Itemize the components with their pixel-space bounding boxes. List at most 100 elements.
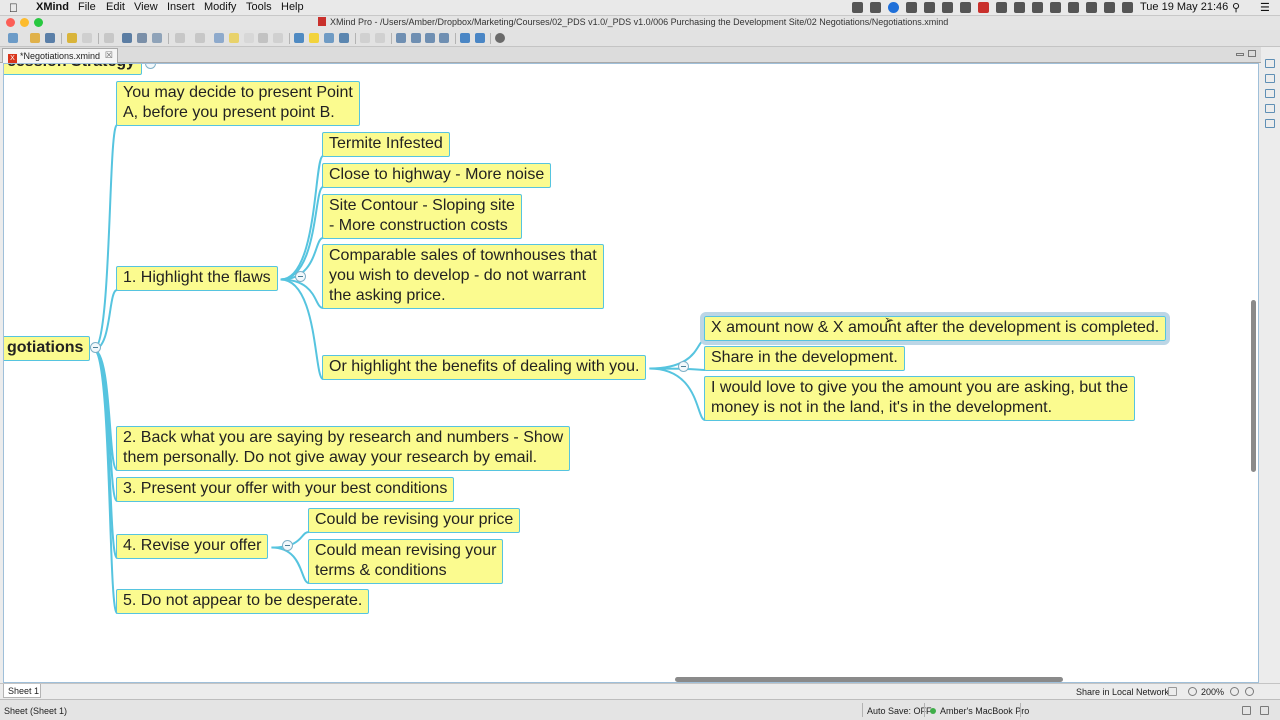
overview-icon[interactable] (1265, 89, 1275, 98)
topic-site-contour[interactable]: Site Contour - Sloping site - More const… (322, 194, 522, 239)
topic-close-to-highway[interactable]: Close to highway - More noise (322, 163, 552, 188)
summary-icon[interactable] (244, 33, 254, 43)
info-icon[interactable] (960, 2, 971, 13)
find-icon[interactable] (439, 33, 449, 43)
maximize-editor-icon[interactable] (1248, 50, 1256, 57)
zoom-in-icon[interactable] (1230, 687, 1239, 696)
topic-negotiations[interactable]: gotiations (4, 336, 91, 361)
tab-close-icon[interactable]: ☒ (105, 50, 113, 61)
spotlight-search-icon[interactable]: ⚲ (1232, 1, 1240, 14)
menu-insert[interactable]: Insert (167, 1, 195, 13)
topic-revising-price[interactable]: Could be revising your price (308, 508, 521, 533)
boundary-icon[interactable] (229, 33, 239, 43)
insert-topic-icon[interactable] (175, 33, 185, 43)
copy-icon[interactable] (122, 33, 132, 43)
note-icon[interactable] (324, 33, 334, 43)
properties-icon[interactable] (1265, 59, 1275, 68)
topic-revise-offer[interactable]: 4. Revise your offer (116, 534, 269, 559)
save-icon[interactable] (45, 33, 55, 43)
notes-icon[interactable] (1265, 119, 1275, 128)
share-icon[interactable] (460, 33, 470, 43)
bell-icon[interactable] (942, 2, 953, 13)
topic-highlight-flaws[interactable]: 1. Highlight the flaws (116, 266, 278, 291)
topic-present-point-a[interactable]: You may decide to present Point A, befor… (116, 81, 360, 126)
new-icon[interactable] (8, 33, 18, 43)
presentation-icon[interactable] (425, 33, 435, 43)
label-icon[interactable] (273, 33, 283, 43)
paste-icon[interactable] (137, 33, 147, 43)
idea-icon[interactable] (309, 33, 319, 43)
search-panel-icon[interactable] (1265, 104, 1275, 113)
open-icon[interactable] (30, 33, 40, 43)
menu-help[interactable]: Help (281, 1, 304, 13)
collapse-icon[interactable] (295, 271, 306, 282)
sheet-tab[interactable]: Sheet 1 (3, 684, 41, 698)
topic-concession-strategy[interactable]: cession Strategy (4, 64, 143, 75)
zoom-window-button[interactable] (34, 18, 43, 27)
time-machine-icon[interactable] (1068, 2, 1079, 13)
redo-icon[interactable] (82, 33, 92, 43)
autosave-toggle[interactable]: Auto Save: OFF (867, 706, 932, 716)
status-icon[interactable] (1242, 706, 1251, 715)
vertical-scrollbar[interactable] (1251, 300, 1256, 472)
undo-icon[interactable] (67, 33, 77, 43)
wifi-icon[interactable] (1086, 2, 1097, 13)
record-icon[interactable] (978, 2, 989, 13)
topic-back-with-research[interactable]: 2. Back what you are saying by research … (116, 426, 571, 471)
tab-negotiations[interactable]: X *Negotiations.xmind ☒ (2, 48, 118, 63)
topic-share-in-development[interactable]: Share in the development. (704, 346, 905, 371)
drill-up-icon[interactable] (375, 33, 385, 43)
dropbox-icon[interactable] (870, 2, 881, 13)
topic-present-offer[interactable]: 3. Present your offer with your best con… (116, 477, 455, 502)
attachment-icon[interactable] (339, 33, 349, 43)
collapse-icon[interactable] (90, 342, 101, 353)
network-status[interactable]: Amber's MacBook Pro (930, 706, 1029, 716)
collapse-icon[interactable] (678, 361, 689, 372)
status-icon[interactable] (1260, 706, 1269, 715)
collapse-icon[interactable] (282, 540, 293, 551)
outline-icon[interactable] (1265, 74, 1275, 83)
adobe-icon[interactable] (996, 2, 1007, 13)
menu-file[interactable]: File (78, 1, 96, 13)
insert-subtopic-icon[interactable] (195, 33, 205, 43)
topic-not-desperate[interactable]: 5. Do not appear to be desperate. (116, 589, 370, 614)
topic-highlight-benefits[interactable]: Or highlight the benefits of dealing wit… (322, 355, 647, 380)
fit-map-icon[interactable] (1245, 687, 1254, 696)
outline-view-icon[interactable] (396, 33, 406, 43)
airplay-icon[interactable] (1032, 2, 1043, 13)
apple-menu-icon[interactable]:  (9, 1, 18, 15)
filter-icon[interactable] (1168, 687, 1177, 696)
close-window-button[interactable] (6, 18, 15, 27)
notification-center-icon[interactable]: ☰ (1260, 1, 1270, 14)
drill-down-icon[interactable] (360, 33, 370, 43)
gantt-view-icon[interactable] (411, 33, 421, 43)
upload-icon[interactable] (475, 33, 485, 43)
volume-icon[interactable] (1104, 2, 1115, 13)
zoom-out-icon[interactable] (1188, 687, 1197, 696)
drive-icon[interactable] (924, 2, 935, 13)
skype-icon[interactable] (1014, 2, 1025, 13)
relationship-icon[interactable] (214, 33, 224, 43)
cut-icon[interactable] (104, 33, 114, 43)
gear-icon[interactable] (495, 33, 505, 43)
battery-icon[interactable] (1122, 2, 1133, 13)
format-painter-icon[interactable] (152, 33, 162, 43)
horizontal-scrollbar[interactable] (675, 677, 1063, 682)
cloud-icon[interactable] (906, 2, 917, 13)
minimize-editor-icon[interactable] (1236, 53, 1244, 56)
image-icon[interactable] (294, 33, 304, 43)
topic-termite-infested[interactable]: Termite Infested (322, 132, 450, 157)
share-local-network-button[interactable]: Share in Local Network (1076, 687, 1169, 697)
menu-edit[interactable]: Edit (106, 1, 125, 13)
topic-revising-terms[interactable]: Could mean revising your terms & conditi… (308, 539, 504, 584)
topic-comparable-sales[interactable]: Comparable sales of townhouses that you … (322, 244, 604, 309)
mind-map-canvas[interactable]: cession Strategy gotiations You may deci… (3, 63, 1259, 683)
evernote-icon[interactable] (852, 2, 863, 13)
menu-view[interactable]: View (134, 1, 158, 13)
topic-money-in-development[interactable]: I would love to give you the amount you … (704, 376, 1136, 421)
marker-icon[interactable] (258, 33, 268, 43)
menu-tools[interactable]: Tools (246, 1, 272, 13)
menu-clock[interactable]: Tue 19 May 21:46 (1140, 1, 1228, 13)
zoom-level[interactable]: 200% (1201, 687, 1224, 697)
menu-app-name[interactable]: XMind (36, 1, 69, 13)
